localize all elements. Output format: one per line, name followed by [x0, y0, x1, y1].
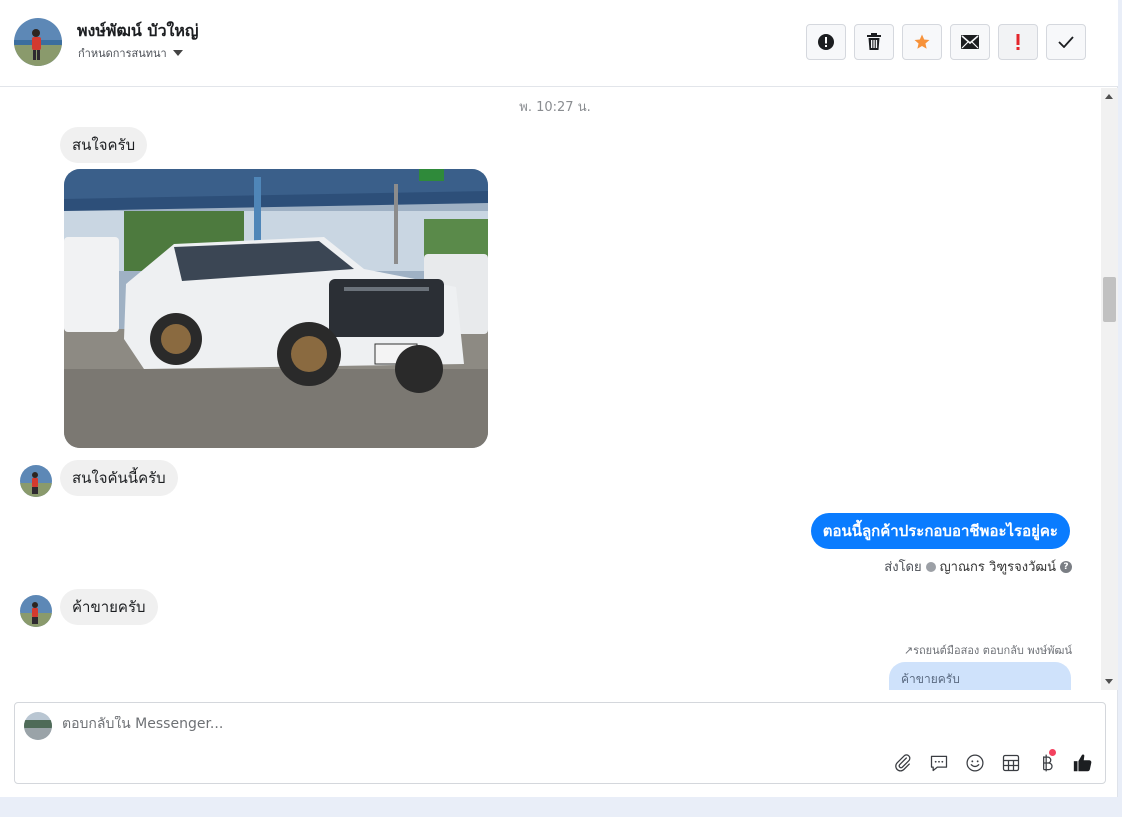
info-icon — [818, 34, 834, 50]
saved-replies-icon — [930, 755, 948, 772]
table-icon — [1002, 754, 1020, 772]
reply-input[interactable] — [62, 716, 862, 732]
scroll-down-arrow-icon[interactable] — [1105, 679, 1113, 684]
incoming-photo[interactable] — [64, 169, 488, 448]
quoted-message[interactable]: ค้าขายครับ — [889, 662, 1071, 690]
contact-avatar-small — [20, 465, 52, 497]
paperclip-icon — [895, 754, 911, 772]
incoming-message[interactable]: ค้าขายครับ — [60, 589, 158, 625]
mark-info-button[interactable] — [806, 24, 846, 60]
attachment-button[interactable] — [891, 751, 915, 775]
message-composer — [14, 702, 1106, 784]
sent-by-label: ส่งโดย — [884, 560, 922, 575]
help-icon[interactable]: ? — [1060, 560, 1072, 573]
scrollbar-thumb[interactable] — [1103, 277, 1116, 322]
contact-name[interactable]: พงษ์พัฒน์ บัวใหญ่ — [77, 19, 199, 44]
like-button[interactable] — [1071, 751, 1095, 775]
reply-arrow-icon: ↗ — [903, 644, 914, 657]
like-icon — [1073, 754, 1092, 772]
page-avatar — [24, 712, 52, 740]
check-icon — [1058, 36, 1074, 48]
envelope-icon — [961, 35, 979, 49]
conversation-header: พงษ์พัฒน์ บัวใหญ่ กำหนดการสนทนา — [0, 0, 1118, 87]
reply-context: ↗รถยนต์มือสอง ตอบกลับ พงษ์พัฒน์ — [903, 644, 1072, 657]
outgoing-message[interactable]: ตอนนี้ลูกค้าประกอบอาชีพอะไรอยู่คะ — [810, 513, 1070, 549]
incoming-message[interactable]: สนใจคันนี้ครับ — [60, 460, 178, 496]
message-list[interactable]: พ. 10:27 น. สนใจครับ สนใจคันนี้ครับ ตอนน… — [0, 88, 1100, 690]
contact-avatar[interactable] — [14, 18, 62, 66]
caret-down-icon — [172, 50, 183, 56]
assign-label: กำหนดการสนทนา — [78, 47, 167, 60]
conversation-panel: พงษ์พัฒน์ บัวใหญ่ กำหนดการสนทนา พ. 10:27… — [0, 0, 1118, 797]
mark-spam-button[interactable] — [998, 24, 1038, 60]
payment-button[interactable] — [1035, 749, 1059, 775]
table-button[interactable] — [999, 751, 1023, 775]
incoming-message[interactable]: สนใจครับ — [60, 127, 148, 163]
mark-done-button[interactable] — [1046, 24, 1086, 60]
emoji-icon — [966, 754, 984, 772]
agent-name[interactable]: ญาณกร วิฑูรจงวัฒน์ — [940, 556, 1056, 577]
delete-button[interactable] — [854, 24, 894, 60]
emoji-button[interactable] — [963, 751, 987, 775]
agent-status-icon — [925, 561, 936, 572]
sent-by-info: ส่งโดย ญาณกร วิฑูรจงวัฒน์ ? — [884, 556, 1072, 577]
star-button[interactable] — [902, 24, 942, 60]
mark-unread-button[interactable] — [950, 24, 990, 60]
notification-dot — [1049, 749, 1056, 756]
message-timestamp: พ. 10:27 น. — [519, 100, 591, 115]
exclamation-icon — [1016, 34, 1020, 50]
contact-avatar-small — [20, 595, 52, 627]
scroll-up-arrow-icon[interactable] — [1105, 94, 1113, 99]
assign-conversation-dropdown[interactable]: กำหนดการสนทนา — [78, 44, 183, 62]
trash-icon — [867, 33, 881, 50]
saved-replies-button[interactable] — [927, 751, 951, 775]
baht-icon — [1043, 754, 1053, 772]
chat-scrollbar[interactable] — [1101, 88, 1118, 690]
star-icon — [914, 34, 930, 49]
